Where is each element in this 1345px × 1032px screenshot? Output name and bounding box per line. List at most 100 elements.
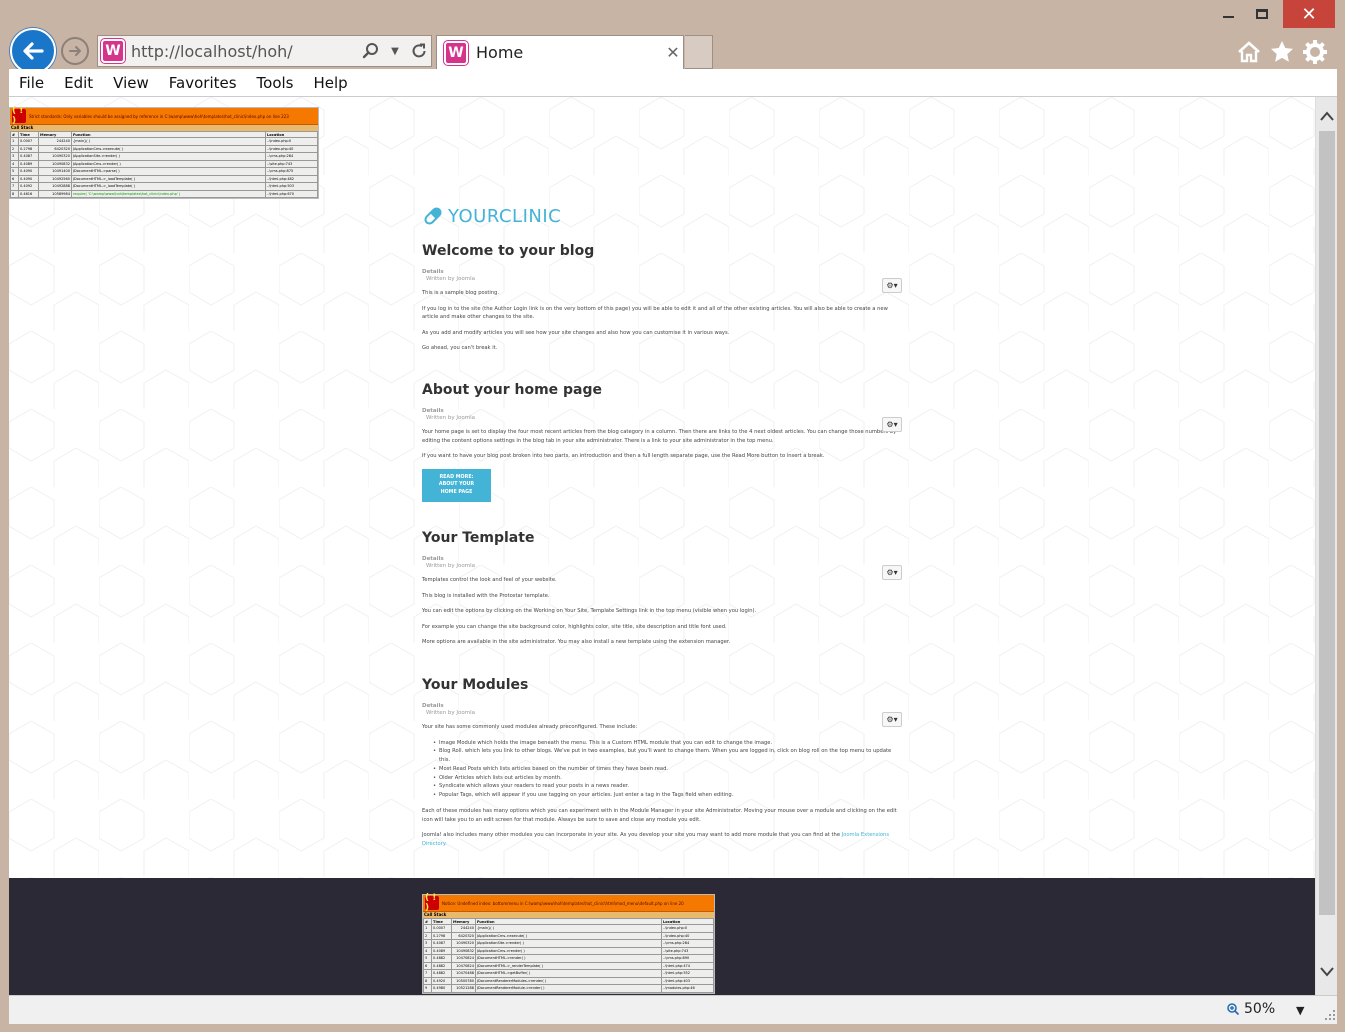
article-paragraph: More options are available in the site a… bbox=[422, 639, 731, 645]
menu-edit[interactable]: Edit bbox=[64, 74, 93, 92]
table-cell: ..\html.php:503 bbox=[265, 182, 318, 191]
table-cell: 3 bbox=[10, 152, 19, 161]
table-cell: JDocumentRendererModule->render( ) bbox=[475, 984, 662, 993]
back-arrow-icon bbox=[23, 42, 44, 60]
table-cell: JApplicationCms->render( ) bbox=[475, 946, 662, 955]
modules-list: Image Module which holds the image benea… bbox=[422, 739, 902, 801]
table-cell: 10490320 bbox=[38, 152, 72, 161]
table-cell: 7 bbox=[10, 182, 19, 191]
back-button[interactable] bbox=[10, 28, 56, 74]
article-tools-button[interactable]: ⚙▾ bbox=[882, 417, 902, 432]
table-cell: 0.4087 bbox=[18, 152, 39, 161]
resize-grip-icon[interactable] bbox=[1325, 1010, 1335, 1020]
page-viewport: ( ! ) Strict standards: Only variables sh… bbox=[9, 97, 1315, 995]
table-cell: ..\html.php:482 bbox=[265, 174, 318, 183]
vertical-scrollbar[interactable] bbox=[1315, 97, 1337, 995]
article-modules: Your Modules ⚙▾ Details Written by Jooml… bbox=[422, 677, 902, 848]
table-cell: JDocumentHTML->_loadTemplate( ) bbox=[71, 182, 266, 191]
table-row: 1 0.0007 244240 {main}( ) ..\index.php:0 bbox=[10, 137, 318, 146]
close-window-button[interactable]: ✕ bbox=[1283, 0, 1335, 28]
table-cell: 10470824 bbox=[451, 954, 476, 963]
menu-file[interactable]: File bbox=[19, 74, 44, 92]
article-title[interactable]: Your Template bbox=[422, 530, 902, 546]
table-cell: 3 bbox=[423, 939, 432, 948]
search-icon[interactable] bbox=[359, 39, 383, 63]
table-row: 7 0.4092 10492888 JDocumentHTML->_loadTempl… bbox=[10, 182, 318, 191]
close-icon: ✕ bbox=[1301, 3, 1317, 25]
list-item: Older Articles which lists out articles … bbox=[433, 774, 902, 783]
url-text[interactable]: http://localhost/hoh/ bbox=[131, 42, 359, 61]
article-tools-button[interactable]: ⚙▾ bbox=[882, 565, 902, 580]
article-paragraph: This blog is installed with the Protosta… bbox=[422, 592, 550, 599]
table-cell: ..\index.php:0 bbox=[661, 924, 714, 933]
table-cell: 2 bbox=[10, 144, 19, 153]
list-item: Syndicate which allows your readers to r… bbox=[433, 782, 902, 791]
table-row: 3 0.4087 10490320 JApplicationSite->render(… bbox=[10, 152, 318, 161]
tab-favicon-icon: W bbox=[444, 40, 468, 65]
scroll-up-arrow-icon[interactable] bbox=[1316, 105, 1338, 127]
table-row: 4 0.4089 10490832 JApplicationCms->render( … bbox=[423, 946, 714, 955]
table-row: 2 0.2798 6420320 JApplicationCms->execute( … bbox=[423, 931, 714, 940]
article-tools-button[interactable]: ⚙▾ bbox=[882, 278, 902, 293]
gear-icon: ⚙▾ bbox=[886, 281, 898, 290]
table-cell: 10490832 bbox=[38, 159, 72, 168]
minimize-button[interactable] bbox=[1213, 0, 1243, 28]
forward-button[interactable] bbox=[61, 37, 89, 65]
article-welcome: Welcome to your blog ⚙▾ Details Written … bbox=[422, 243, 902, 353]
table-cell: JDocumentHTML->render( ) bbox=[475, 954, 662, 963]
article-title[interactable]: About your home page bbox=[422, 382, 902, 398]
table-row: 4 0.4089 10490832 JApplicationCms->render( … bbox=[10, 159, 318, 168]
menu-favorites[interactable]: Favorites bbox=[169, 74, 237, 92]
article-title[interactable]: Your Modules bbox=[422, 677, 902, 693]
table-cell: ..\html.php:670 bbox=[265, 189, 318, 198]
table-cell: 244240 bbox=[451, 924, 476, 933]
table-cell: 10492560 bbox=[38, 174, 72, 183]
settings-gear-icon[interactable] bbox=[1300, 37, 1330, 67]
menu-help[interactable]: Help bbox=[314, 74, 348, 92]
php-error-bottom: ( ! ) Notice: Undefined index: bottommenu… bbox=[422, 893, 715, 994]
table-cell: 4 bbox=[423, 946, 432, 955]
menu-tools[interactable]: Tools bbox=[257, 74, 294, 92]
table-row: 7 0.4882 10470488 JDocumentHTML->getBuffer(… bbox=[423, 969, 714, 978]
zoom-dropdown-icon[interactable]: ▼ bbox=[1296, 1004, 1304, 1017]
refresh-icon[interactable] bbox=[407, 39, 431, 63]
table-cell: 244240 bbox=[38, 137, 72, 146]
menu-view[interactable]: View bbox=[113, 74, 149, 92]
site-logo[interactable]: YourClinic bbox=[422, 205, 561, 227]
table-cell: 0.4882 bbox=[431, 969, 452, 978]
home-icon[interactable] bbox=[1234, 37, 1264, 67]
address-bar[interactable]: W http://localhost/hoh/ ▼ bbox=[97, 35, 432, 67]
table-cell: 8 bbox=[423, 976, 432, 985]
table-cell: 7 bbox=[423, 969, 432, 978]
table-cell: 10470488 bbox=[451, 969, 476, 978]
article-author: Written by Joomla bbox=[426, 415, 476, 421]
article-paragraph: Each of these modules has many options w… bbox=[422, 808, 897, 823]
table-cell: 10491400 bbox=[38, 167, 72, 176]
final-text: Joomla! also includes many other modules… bbox=[422, 832, 842, 839]
table-row: 1 0.0007 244240 {main}( ) ..\index.php:0 bbox=[423, 924, 714, 933]
status-bar: 50% ▼ bbox=[9, 995, 1337, 1024]
table-cell: JDocumentHTML->getBuffer( ) bbox=[475, 969, 662, 978]
zoom-control[interactable]: 50% bbox=[1226, 1001, 1275, 1017]
callstack-table: # Time Memory Function Location 1 0.0007 2… bbox=[423, 918, 714, 993]
tab-title: Home bbox=[476, 43, 524, 62]
new-tab-button[interactable] bbox=[685, 35, 713, 69]
table-cell: 0.4089 bbox=[431, 946, 452, 955]
gear-icon: ⚙▾ bbox=[886, 568, 898, 577]
table-cell: 10492888 bbox=[38, 182, 72, 191]
favorites-star-icon[interactable] bbox=[1267, 37, 1297, 67]
callstack-table: # Time Memory Function Location 1 0.0007 2… bbox=[10, 131, 318, 198]
tab-close-icon[interactable]: ✕ bbox=[663, 43, 683, 62]
article-title[interactable]: Welcome to your blog bbox=[422, 243, 902, 259]
maximize-button[interactable] bbox=[1247, 0, 1277, 28]
table-cell: JDocumentRendererModules->render( ) bbox=[475, 976, 662, 985]
scrollbar-thumb[interactable] bbox=[1319, 131, 1335, 915]
scroll-down-arrow-icon[interactable] bbox=[1316, 961, 1338, 983]
table-cell: JDocumentHTML->_renderTemplate( ) bbox=[475, 961, 662, 970]
table-cell: ..\cms.php:890 bbox=[661, 954, 714, 963]
tab-home[interactable]: W Home ✕ bbox=[436, 35, 684, 69]
article-tools-button[interactable]: ⚙▾ bbox=[882, 712, 902, 727]
list-item: Popular Tags, which will appear if you u… bbox=[433, 791, 902, 800]
dropdown-arrow-icon[interactable]: ▼ bbox=[383, 39, 407, 63]
read-more-button[interactable]: READ MORE: ABOUT YOUR HOME PAGE bbox=[422, 468, 491, 502]
